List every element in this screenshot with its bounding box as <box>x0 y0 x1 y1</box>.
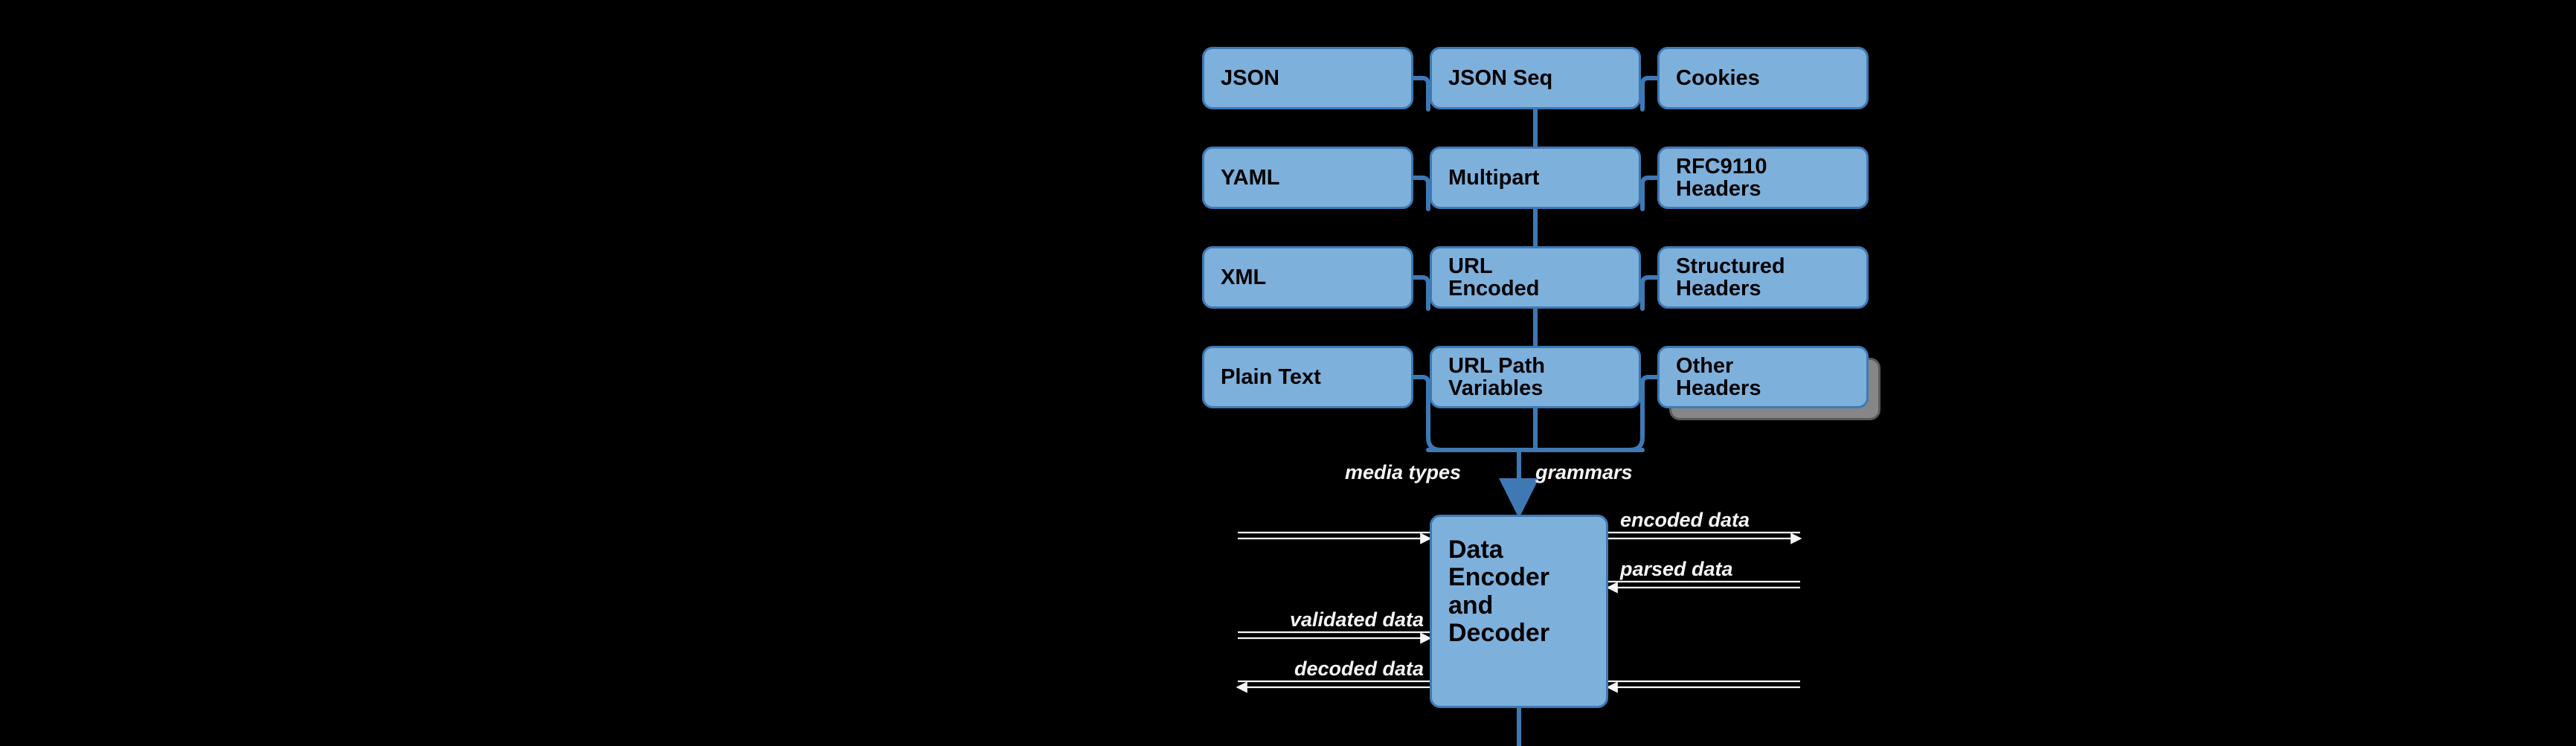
node-yaml: YAML <box>1202 147 1413 209</box>
node-other-headers: Other Headers <box>1657 346 1869 408</box>
node-json: JSON <box>1202 47 1413 109</box>
node-label: JSON <box>1221 67 1279 89</box>
node-data-encoder-decoder: Data Encoder and Decoder <box>1430 515 1608 708</box>
node-label: XML <box>1221 266 1266 289</box>
node-label: Structured Headers <box>1676 255 1785 300</box>
edge-label-validated-data: validated data <box>1265 608 1424 631</box>
diagram-canvas: JSON YAML XML Plain Text JSON Seq Multip… <box>0 0 2576 746</box>
node-url-path-variables: URL Path Variables <box>1430 346 1641 408</box>
edge-label-grammars: grammars <box>1535 461 1633 484</box>
node-label: URL Path Variables <box>1448 355 1545 400</box>
edge-label-decoded-data: decoded data <box>1265 657 1424 681</box>
node-rfc9110-headers: RFC9110 Headers <box>1657 147 1869 209</box>
node-label: Data Encoder and Decoder <box>1448 536 1549 648</box>
node-structured-headers: Structured Headers <box>1657 246 1869 309</box>
node-url-encoded: URL Encoded <box>1430 246 1641 309</box>
node-label: YAML <box>1221 167 1280 189</box>
node-label: Plain Text <box>1221 366 1321 388</box>
node-plain-text: Plain Text <box>1202 346 1413 408</box>
edge-label-media-types: media types <box>1345 461 1461 484</box>
node-label: RFC9110 Headers <box>1676 155 1767 201</box>
node-xml: XML <box>1202 246 1413 309</box>
node-label: URL Encoded <box>1448 255 1539 300</box>
node-json-seq: JSON Seq <box>1430 47 1641 109</box>
edge-label-encoded-data: encoded data <box>1620 509 1750 532</box>
node-label: Other Headers <box>1676 355 1761 400</box>
edge-label-parsed-data: parsed data <box>1620 558 1733 581</box>
node-label: Cookies <box>1676 67 1760 89</box>
node-label: JSON Seq <box>1448 67 1552 89</box>
node-multipart: Multipart <box>1430 147 1641 209</box>
node-cookies: Cookies <box>1657 47 1869 109</box>
node-label: Multipart <box>1448 167 1539 189</box>
